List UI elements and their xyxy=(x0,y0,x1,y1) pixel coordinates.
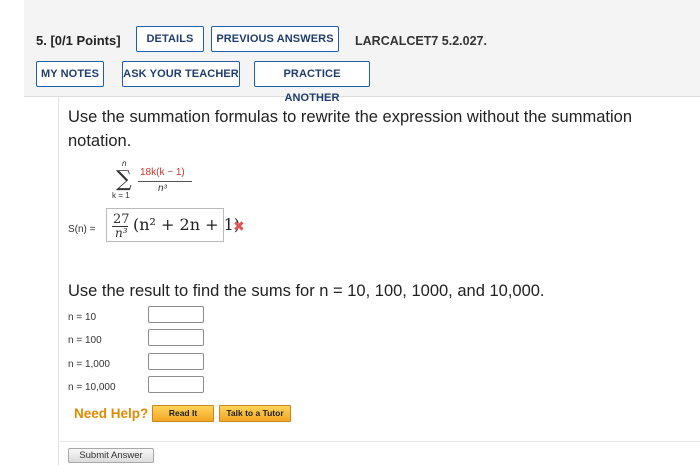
answer-coefficient-numerator: 27 xyxy=(113,212,130,227)
need-help-label: Need Help? xyxy=(74,406,149,421)
ask-your-teacher-button[interactable]: ASK YOUR TEACHER xyxy=(122,61,240,87)
summand-numerator: 18k(k − 1) xyxy=(140,167,185,178)
submit-answer-button[interactable]: Submit Answer xyxy=(68,448,154,463)
row-label-n1000: n = 1,000 xyxy=(68,359,110,370)
sigma-icon: ∑ xyxy=(116,167,132,192)
fraction-bar xyxy=(138,181,192,182)
answer-coefficient-denominator: n³ xyxy=(115,226,128,240)
sum-input-n100[interactable] xyxy=(148,329,204,346)
sn-label: S(n) = xyxy=(68,224,96,235)
problem-code: LARCALCET7 5.2.027. xyxy=(355,34,487,48)
answer-input[interactable]: 27 n³ (n² + 2n + 1) xyxy=(106,208,240,242)
question-header: 5. [0/1 Points] DETAILS PREVIOUS ANSWERS… xyxy=(24,0,700,104)
row-label-n100: n = 100 xyxy=(68,335,102,346)
details-button[interactable]: DETAILS xyxy=(136,26,204,52)
practice-another-button[interactable]: PRACTICE ANOTHER xyxy=(254,61,370,104)
sum-input-n10[interactable] xyxy=(148,306,204,323)
sum-lower-limit: k = 1 xyxy=(112,191,130,200)
sum-input-n1000[interactable] xyxy=(148,353,204,370)
summation-expression: ∑ n k = 1 18k(k − 1) n³ xyxy=(112,159,252,201)
question-number: 5. [0/1 Points] xyxy=(36,33,121,48)
row-label-n10000: n = 10,000 xyxy=(68,382,116,393)
sum-upper-limit: n xyxy=(122,159,127,168)
summand-denominator: n³ xyxy=(158,183,167,194)
question-body: Use the summation formulas to rewrite th… xyxy=(60,97,700,465)
read-it-button[interactable]: Read It xyxy=(152,405,214,422)
incorrect-icon: ✖ xyxy=(233,218,245,234)
my-notes-button[interactable]: MY NOTES xyxy=(36,61,104,87)
question-prompt: Use the summation formulas to rewrite th… xyxy=(68,108,632,150)
content-divider xyxy=(58,97,59,465)
part2-prompt: Use the result to find the sums for n = … xyxy=(68,282,545,300)
row-label-n10: n = 10 xyxy=(68,312,97,323)
submit-area: Submit Answer xyxy=(60,441,700,465)
talk-to-tutor-button[interactable]: Talk to a Tutor xyxy=(219,405,291,422)
sum-input-n10000[interactable] xyxy=(148,376,204,393)
answer-expression: (n² + 2n + 1) xyxy=(133,215,241,234)
previous-answers-button[interactable]: PREVIOUS ANSWERS xyxy=(211,26,339,52)
